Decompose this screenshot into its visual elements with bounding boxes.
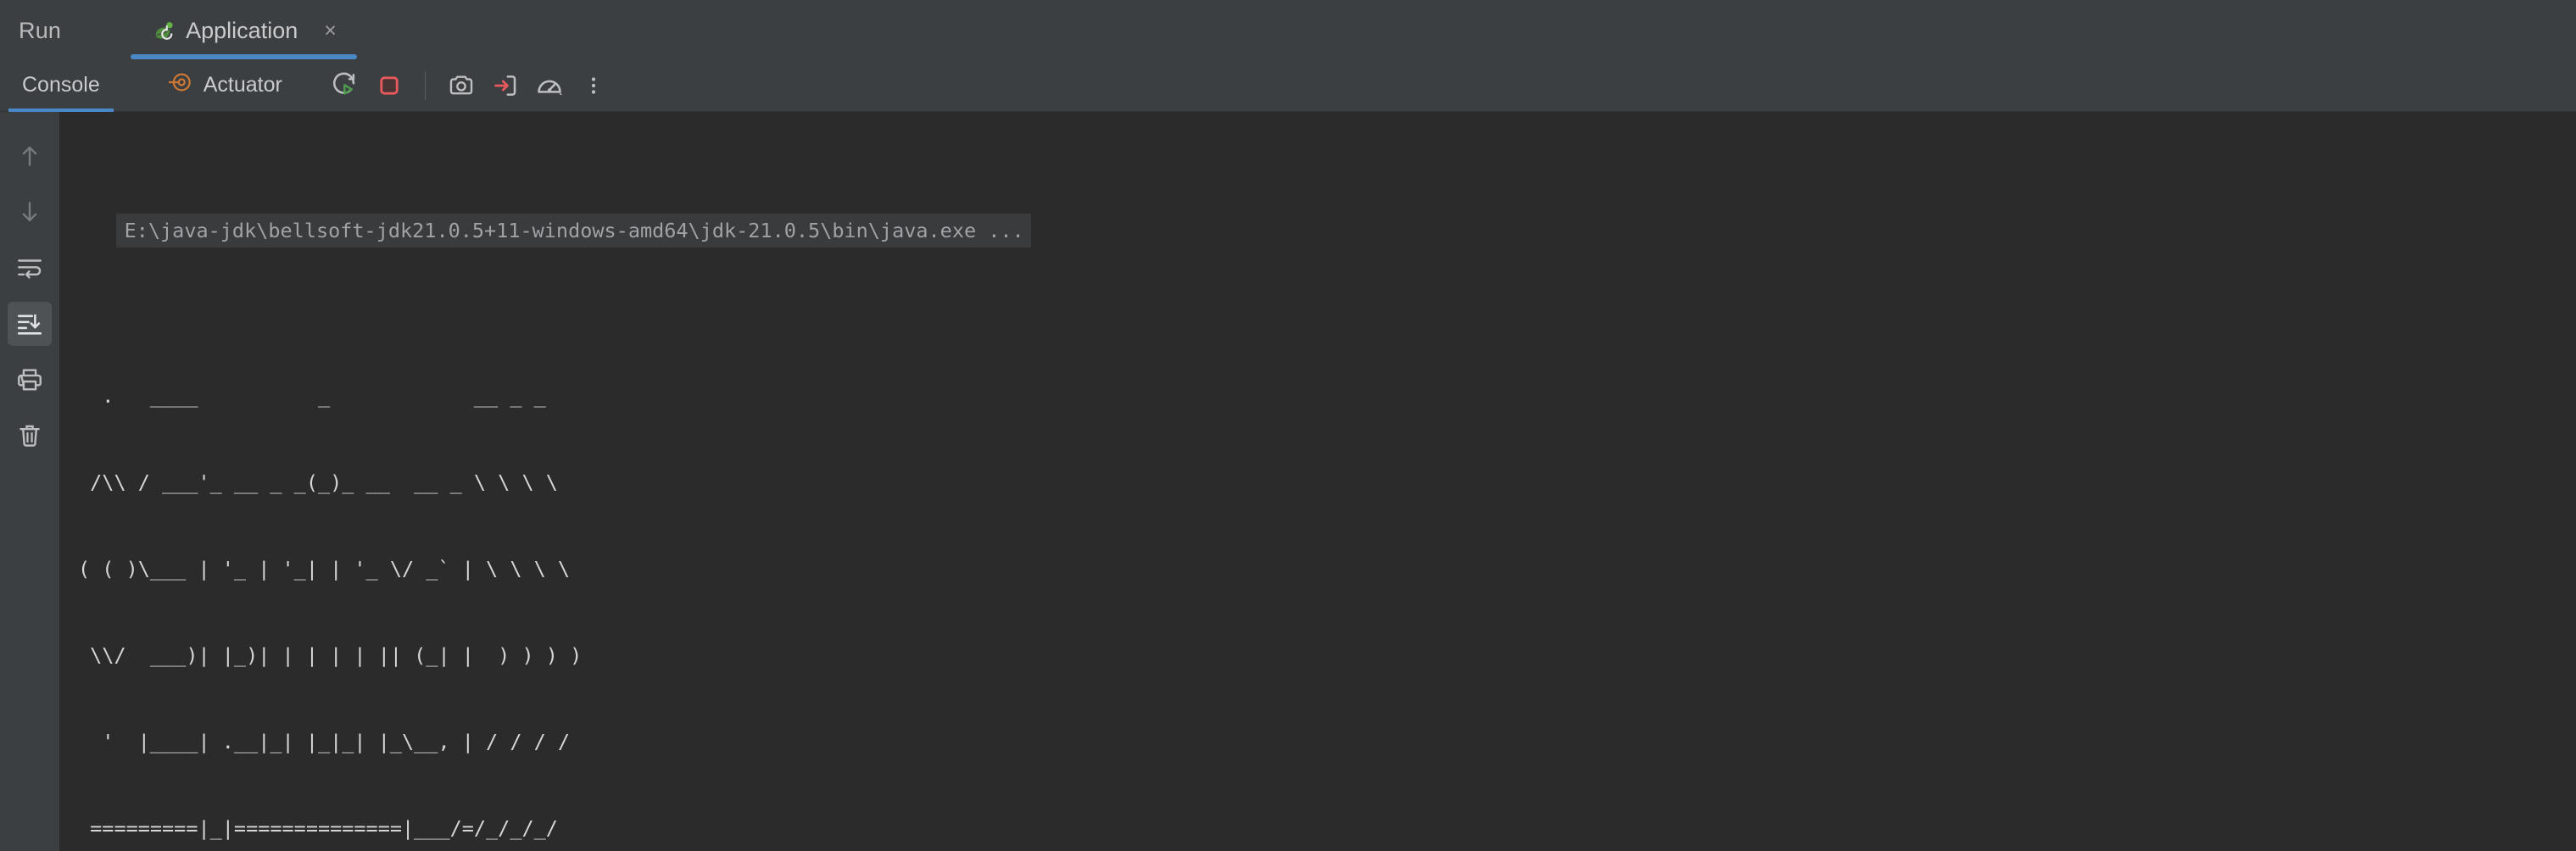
soft-wrap-icon[interactable] [8,246,52,290]
console-gutter-toolbar [0,112,59,851]
scroll-up-icon[interactable] [8,134,52,178]
close-icon[interactable]: × [324,20,337,42]
console-toolbar: Console Actuator [0,59,2576,112]
tab-actuator[interactable]: Actuator [146,59,304,112]
spring-boot-leaf-icon [151,19,176,44]
java-command-line: E:\java-jdk\bellsoft-jdk21.0.5+11-window… [115,214,1031,248]
tab-actuator-label: Actuator [203,73,282,97]
profiler-gauge-icon[interactable] [531,67,568,104]
spring-boot-ascii-banner: . ____ _ __ _ _ /\\ / ___'_ __ _ _(_)_ _… [78,324,2576,851]
tab-console[interactable]: Console [0,59,122,112]
scroll-to-end-icon[interactable] [8,302,52,346]
thread-dump-icon[interactable] [487,67,524,104]
run-tool-window-label: Run [19,18,62,43]
banner-line: \\/ ___)| |_)| | | | | || (_| | ) ) ) ) [78,643,583,667]
more-vertical-icon[interactable] [575,67,612,104]
toolbar-actions [326,67,612,104]
scroll-down-icon[interactable] [8,190,52,234]
print-icon[interactable] [8,358,52,402]
banner-line: =========|_|==============|___/=/_/_/_/ [78,816,558,840]
tab-console-label: Console [22,73,100,97]
camera-icon[interactable] [443,67,480,104]
banner-line: /\\ / ___'_ __ _ _(_)_ __ __ _ \ \ \ \ [78,470,558,494]
actuator-gauge-icon [168,70,193,101]
banner-line: ( ( )\___ | '_ | '_| | '_ \/ _` | \ \ \ … [78,557,571,581]
toolbar-divider [424,70,426,100]
tab-application-label: Application [186,18,298,43]
rerun-icon[interactable] [326,67,364,104]
run-window-titlebar: Run Application × [0,0,2576,59]
console-body: E:\java-jdk\bellsoft-jdk21.0.5+11-window… [0,112,2576,851]
tab-application[interactable]: Application × [131,18,357,59]
stop-icon[interactable] [371,67,408,104]
banner-line: ' |____| .__|_| |_|_| |_\__, | / / / / [78,730,571,754]
trash-icon[interactable] [8,414,52,458]
banner-line: . ____ _ __ _ _ [78,384,546,408]
console-output[interactable]: E:\java-jdk\bellsoft-jdk21.0.5+11-window… [59,112,2576,851]
